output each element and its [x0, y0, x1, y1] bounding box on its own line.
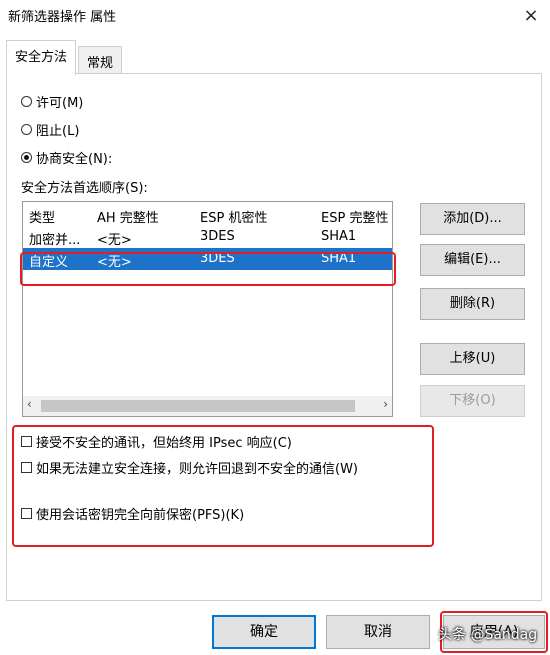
- tab-panel: 许可(M) 阻止(L) 协商安全(N): 安全方法首选顺序(S): 类型 AH …: [6, 73, 542, 601]
- radio-permit-label: 许可(M): [36, 95, 84, 111]
- column-header-ah-integrity[interactable]: AH 完整性: [97, 207, 193, 226]
- move-up-button[interactable]: 上移(U): [420, 343, 525, 375]
- checkbox-icon[interactable]: [21, 461, 32, 473]
- column-header-esp-integrity[interactable]: ESP 完整性: [321, 207, 391, 226]
- checkbox-accept-unsecured[interactable]: 接受不安全的通讯，但始终用 IPsec 响应(C): [21, 431, 292, 451]
- cell-esp-confidentiality: 3DES: [200, 251, 235, 266]
- cell-ah-integrity: <无>: [97, 233, 132, 248]
- checkbox-fallback-unsecured-label: 如果无法建立安全连接，则允许回退到不安全的通信(W): [36, 461, 358, 477]
- column-header-type[interactable]: 类型: [29, 207, 91, 226]
- table-row-selected[interactable]: 自定义 <无> 3DES SHA1: [23, 248, 392, 270]
- checkbox-accept-unsecured-label: 接受不安全的通讯，但始终用 IPsec 响应(C): [36, 435, 292, 451]
- close-icon[interactable]: ×: [516, 2, 546, 30]
- cell-ah-integrity: <无>: [97, 255, 132, 270]
- methods-order-label: 安全方法首选顺序(S):: [21, 181, 148, 196]
- tab-security-methods[interactable]: 安全方法: [6, 40, 77, 75]
- list-header: 类型 AH 完整性 ESP 机密性 ESP 完整性: [23, 204, 392, 226]
- delete-button[interactable]: 删除(R): [420, 288, 525, 320]
- checkbox-icon[interactable]: [21, 435, 32, 447]
- security-methods-list[interactable]: 类型 AH 完整性 ESP 机密性 ESP 完整性 加密并... <无> 3DE…: [22, 201, 393, 417]
- chevron-right-icon[interactable]: ›: [383, 397, 388, 411]
- radio-button-icon[interactable]: [21, 123, 32, 135]
- cell-type: 加密并...: [29, 233, 81, 248]
- horizontal-scrollbar[interactable]: ‹ ›: [23, 396, 392, 416]
- radio-button-checked-icon[interactable]: [21, 151, 32, 163]
- cancel-button[interactable]: 取消: [326, 615, 430, 649]
- radio-negotiate[interactable]: 协商安全(N):: [21, 147, 112, 167]
- scrollbar-thumb[interactable]: [41, 400, 355, 412]
- title-bar: 新筛选器操作 属性 ×: [0, 0, 550, 32]
- ok-button[interactable]: 确定: [212, 615, 316, 649]
- checkbox-icon[interactable]: [21, 507, 32, 519]
- checkbox-pfs-label: 使用会话密钥完全向前保密(PFS)(K): [36, 507, 245, 523]
- radio-permit[interactable]: 许可(M): [21, 91, 83, 111]
- tab-bar: 安全方法 常规: [6, 40, 542, 75]
- window-title: 新筛选器操作 属性: [8, 10, 117, 25]
- tab-general[interactable]: 常规: [78, 46, 123, 74]
- edit-button[interactable]: 编辑(E)...: [420, 244, 525, 276]
- radio-block[interactable]: 阻止(L): [21, 119, 79, 139]
- radio-negotiate-label: 协商安全(N):: [36, 151, 113, 167]
- checkbox-fallback-unsecured[interactable]: 如果无法建立安全连接，则允许回退到不安全的通信(W): [21, 457, 358, 477]
- column-header-esp-confidentiality[interactable]: ESP 机密性: [200, 207, 314, 226]
- checkbox-pfs[interactable]: 使用会话密钥完全向前保密(PFS)(K): [21, 503, 244, 523]
- radio-block-label: 阻止(L): [36, 123, 80, 139]
- add-button[interactable]: 添加(D)...: [420, 203, 525, 235]
- cell-type: 自定义: [29, 255, 69, 270]
- cell-esp-integrity: SHA1: [321, 251, 357, 266]
- watermark-text: 头条 @Sandag: [438, 627, 538, 643]
- cell-esp-confidentiality: 3DES: [200, 229, 235, 244]
- move-down-button[interactable]: 下移(O): [420, 385, 525, 417]
- radio-button-icon[interactable]: [21, 95, 32, 107]
- chevron-left-icon[interactable]: ‹: [27, 397, 32, 411]
- cell-esp-integrity: SHA1: [321, 229, 357, 244]
- table-row[interactable]: 加密并... <无> 3DES SHA1: [23, 226, 392, 248]
